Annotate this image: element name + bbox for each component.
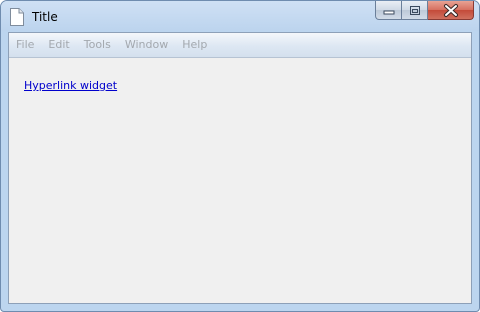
document-icon — [10, 8, 24, 26]
menu-tools[interactable]: Tools — [77, 33, 118, 57]
content-pane: Hyperlink widget — [9, 58, 471, 303]
menu-help[interactable]: Help — [175, 33, 214, 57]
caption-buttons — [375, 1, 474, 21]
app-window: Title File Edit Tools Window Help Hyperl… — [0, 0, 480, 312]
close-button[interactable] — [428, 1, 474, 20]
maximize-button[interactable] — [402, 1, 428, 20]
menu-window[interactable]: Window — [118, 33, 175, 57]
title-bar[interactable]: Title — [1, 1, 479, 31]
window-title: Title — [32, 10, 58, 24]
menu-bar: File Edit Tools Window Help — [9, 33, 471, 58]
menu-edit[interactable]: Edit — [41, 33, 76, 57]
menu-file[interactable]: File — [9, 33, 41, 57]
client-area: File Edit Tools Window Help Hyperlink wi… — [8, 32, 472, 304]
minimize-button[interactable] — [375, 1, 402, 20]
hyperlink-widget[interactable]: Hyperlink widget — [24, 79, 117, 92]
